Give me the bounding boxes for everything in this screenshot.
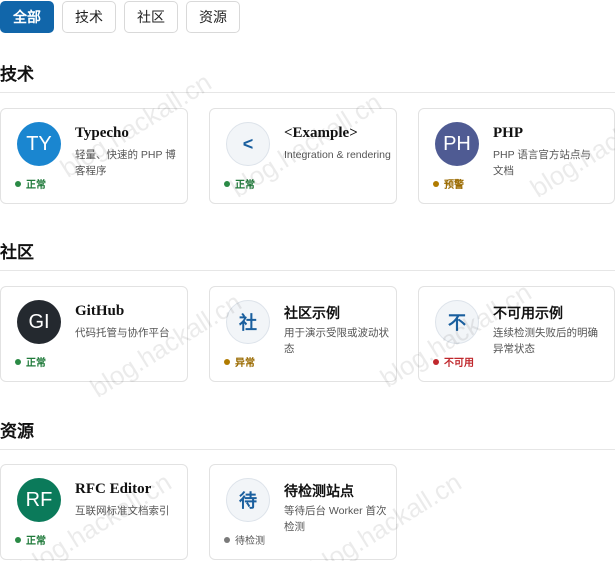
site-avatar: RF: [17, 478, 61, 522]
site-card-rfc-editor[interactable]: RF RFC Editor 互联网标准文档索引 正常: [0, 464, 188, 560]
site-description: 代码托管与协作平台: [75, 327, 170, 339]
site-avatar: TY: [17, 122, 61, 166]
site-card-pending[interactable]: 待 待检测站点 等待后台 Worker 首次检测 待检测: [209, 464, 397, 560]
tab-tech[interactable]: 技术: [62, 1, 116, 33]
status-label: 正常: [235, 180, 255, 191]
status-dot: [224, 536, 230, 543]
site-description: 连续检测失败后的明确异常状态: [493, 327, 598, 355]
site-description: PHP 语言官方站点与文档: [493, 149, 591, 177]
site-name: Typecho: [75, 125, 129, 141]
site-card-php[interactable]: PH PHP PHP 语言官方站点与文档 预警: [418, 108, 615, 204]
site-card-github[interactable]: GI GitHub 代码托管与协作平台 正常: [0, 286, 188, 382]
section-divider: [0, 92, 615, 93]
status-badge: 正常: [15, 532, 46, 547]
site-avatar: 待: [226, 478, 270, 522]
status-dot: [224, 180, 230, 187]
site-name: RFC Editor: [75, 481, 152, 497]
status-dot: [15, 536, 21, 543]
status-label: 预警: [444, 180, 464, 191]
site-card-community-example[interactable]: 社 社区示例 用于演示受限或波动状态 异常: [209, 286, 397, 382]
section-divider: [0, 449, 615, 450]
site-avatar: PH: [435, 122, 479, 166]
section-title-tech: 技术: [0, 65, 34, 84]
status-badge: 异常: [224, 354, 255, 369]
site-card-unavailable-example[interactable]: 不 不可用示例 连续检测失败后的明确异常状态 不可用: [418, 286, 615, 382]
site-avatar: GI: [17, 300, 61, 344]
status-label: 不可用: [444, 358, 474, 369]
status-badge: 待检测: [224, 532, 265, 547]
status-badge: 预警: [433, 176, 464, 191]
section-title-resources: 资源: [0, 422, 34, 441]
tab-community[interactable]: 社区: [124, 1, 178, 33]
status-dot: [433, 180, 439, 187]
status-dot: [224, 358, 230, 365]
site-name: 待检测站点: [284, 484, 354, 500]
status-badge: 正常: [15, 354, 46, 369]
section-title-community: 社区: [0, 243, 34, 262]
status-dot: [15, 358, 21, 365]
site-description: 互联网标准文档索引: [75, 505, 170, 517]
section-divider: [0, 270, 615, 271]
status-label: 正常: [26, 180, 46, 191]
status-dot: [433, 358, 439, 365]
site-name: <Example>: [284, 125, 358, 141]
site-name: 社区示例: [284, 306, 340, 322]
site-description: Integration & rendering: [284, 149, 391, 161]
tab-resources[interactable]: 资源: [186, 1, 240, 33]
status-label: 异常: [235, 358, 255, 369]
tab-all[interactable]: 全部: [0, 1, 54, 33]
site-description: 轻量、快速的 PHP 博客程序: [75, 149, 176, 177]
status-badge: 正常: [15, 176, 46, 191]
status-badge: 正常: [224, 176, 255, 191]
site-description: 用于演示受限或波动状态: [284, 327, 389, 355]
status-label: 正常: [26, 358, 46, 369]
site-card-example[interactable]: < <Example> Integration & rendering 正常: [209, 108, 397, 204]
site-description: 等待后台 Worker 首次检测: [284, 505, 387, 533]
category-tabs: 全部 技术 社区 资源: [0, 1, 240, 33]
status-dot: [15, 180, 21, 187]
site-card-typecho[interactable]: TY Typecho 轻量、快速的 PHP 博客程序 正常: [0, 108, 188, 204]
site-avatar: 社: [226, 300, 270, 344]
site-name: 不可用示例: [493, 306, 563, 322]
site-name: PHP: [493, 125, 523, 141]
site-name: GitHub: [75, 303, 125, 319]
status-label: 正常: [26, 536, 46, 547]
site-avatar: <: [226, 122, 270, 166]
status-badge: 不可用: [433, 354, 474, 369]
site-avatar: 不: [435, 300, 479, 344]
status-label: 待检测: [235, 536, 265, 547]
